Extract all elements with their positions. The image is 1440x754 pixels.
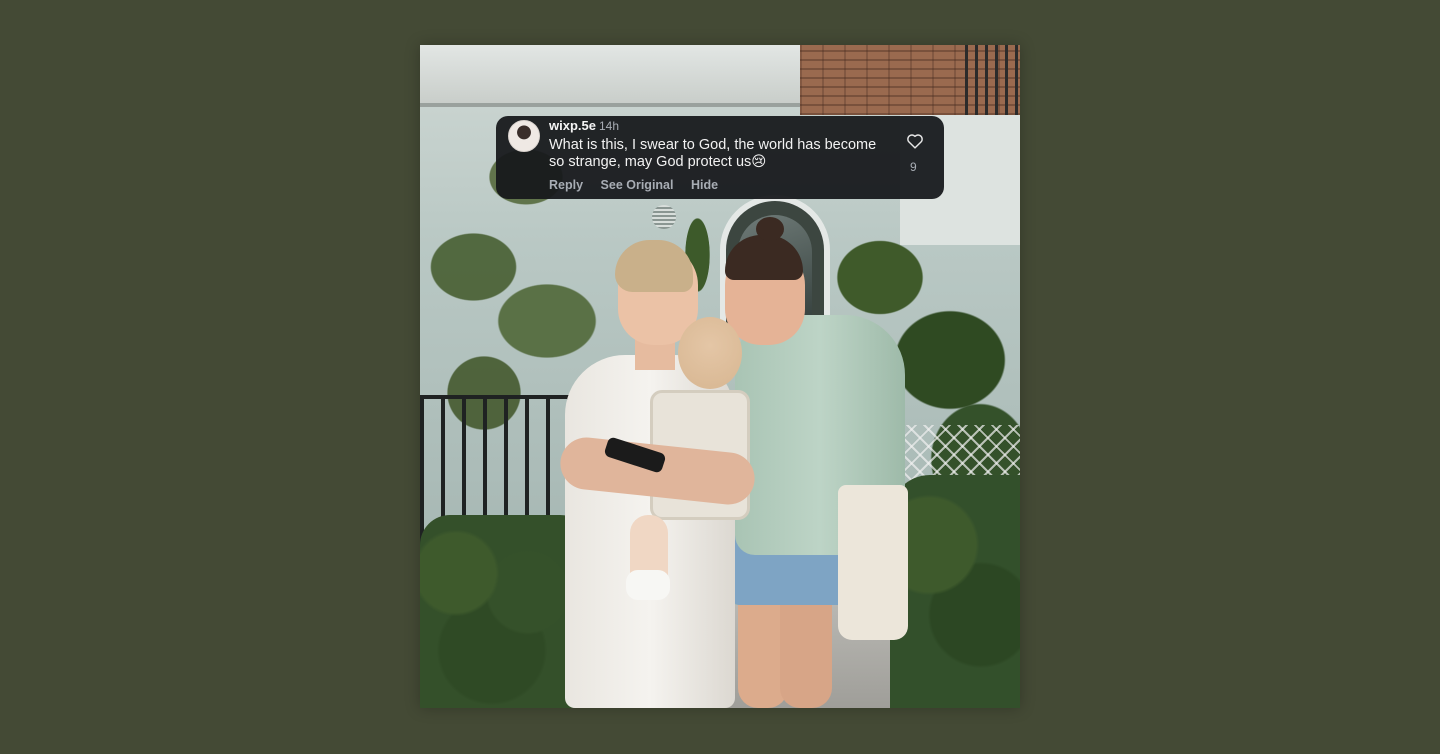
roof-ledge xyxy=(420,45,800,107)
comment-timestamp: 14h xyxy=(599,119,620,133)
heart-outline-icon[interactable] xyxy=(906,133,924,149)
like-count: 9 xyxy=(910,160,917,174)
baby-head xyxy=(678,317,742,389)
woman-left-hair xyxy=(615,240,693,292)
page: wixp.5e 14h What is this, I swear to God… xyxy=(0,0,1440,754)
avatar[interactable] xyxy=(508,120,540,152)
comment-text: What is this, I swear to God, the world … xyxy=(549,137,877,170)
balcony-railing xyxy=(965,45,1020,115)
wall-vent xyxy=(652,205,676,229)
comment-card: wixp.5e 14h What is this, I swear to God… xyxy=(496,116,944,199)
reply-button[interactable]: Reply xyxy=(549,178,583,192)
hide-button[interactable]: Hide xyxy=(691,178,718,192)
hedge-right xyxy=(890,475,1020,708)
see-original-button[interactable]: See Original xyxy=(601,178,674,192)
tote-bag xyxy=(838,485,908,640)
comment-actions: Reply See Original Hide xyxy=(549,178,732,192)
woman-right-bun xyxy=(756,217,784,241)
baby-sock xyxy=(626,570,670,600)
comment-username[interactable]: wixp.5e xyxy=(549,118,596,133)
